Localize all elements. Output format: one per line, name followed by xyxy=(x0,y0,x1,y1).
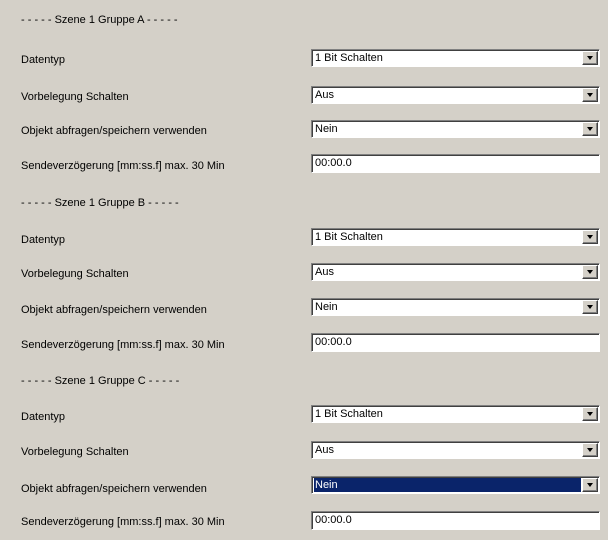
parameter-panel: - - - - - Szene 1 Gruppe A - - - - - Dat… xyxy=(0,0,608,540)
group-c-sendeverzoegerung-label: Sendeverzögerung [mm:ss.f] max. 30 Min xyxy=(21,516,225,528)
group-a-datentyp-label: Datentyp xyxy=(21,54,66,66)
group-b-objekt-dropdown[interactable]: Nein xyxy=(311,298,600,316)
group-a-sendeverzoegerung-input[interactable]: 00:00.0 xyxy=(311,154,600,173)
group-a-objekt-label: Objekt abfragen/speichern verwenden xyxy=(21,125,207,137)
group-a-objekt-dropdown[interactable]: Nein xyxy=(311,120,600,138)
group-c-objekt-label: Objekt abfragen/speichern verwenden xyxy=(21,483,207,495)
group-c-objekt-dropdown[interactable]: Nein xyxy=(311,476,600,494)
group-a-vorbelegung-dropdown[interactable]: Aus xyxy=(311,86,600,104)
group-a-objekt-value: Nein xyxy=(315,123,338,135)
group-b-header: - - - - - Szene 1 Gruppe B - - - - - xyxy=(21,197,179,209)
chevron-down-icon xyxy=(587,448,593,452)
chevron-down-icon xyxy=(587,235,593,239)
group-a-vorbelegung-label: Vorbelegung Schalten xyxy=(21,91,129,103)
group-a-vorbelegung-dropdown-button[interactable] xyxy=(582,88,598,102)
group-b-sendeverzoegerung-label: Sendeverzögerung [mm:ss.f] max. 30 Min xyxy=(21,339,225,351)
group-b-objekt-value: Nein xyxy=(315,301,338,313)
group-c-header: - - - - - Szene 1 Gruppe C - - - - - xyxy=(21,375,180,387)
chevron-down-icon xyxy=(587,270,593,274)
group-a-objekt-dropdown-button[interactable] xyxy=(582,122,598,136)
chevron-down-icon xyxy=(587,56,593,60)
group-b-datentyp-label: Datentyp xyxy=(21,234,66,246)
group-c-datentyp-dropdown-button[interactable] xyxy=(582,407,598,421)
group-a-datentyp-dropdown[interactable]: 1 Bit Schalten xyxy=(311,49,600,67)
group-b-sendeverzoegerung-value: 00:00.0 xyxy=(315,336,352,348)
group-b-objekt-dropdown-button[interactable] xyxy=(582,300,598,314)
group-b-sendeverzoegerung-input[interactable]: 00:00.0 xyxy=(311,333,600,352)
group-b-datentyp-dropdown-button[interactable] xyxy=(582,230,598,244)
group-b-objekt-label: Objekt abfragen/speichern verwenden xyxy=(21,304,207,316)
group-c-vorbelegung-value: Aus xyxy=(315,444,334,456)
chevron-down-icon xyxy=(587,483,593,487)
group-c-vorbelegung-dropdown[interactable]: Aus xyxy=(311,441,600,459)
group-a-vorbelegung-value: Aus xyxy=(315,89,334,101)
group-b-vorbelegung-value: Aus xyxy=(315,266,334,278)
chevron-down-icon xyxy=(587,412,593,416)
group-c-vorbelegung-label: Vorbelegung Schalten xyxy=(21,446,129,458)
group-a-datentyp-dropdown-button[interactable] xyxy=(582,51,598,65)
group-c-sendeverzoegerung-value: 00:00.0 xyxy=(315,514,352,526)
chevron-down-icon xyxy=(587,127,593,131)
group-c-datentyp-dropdown[interactable]: 1 Bit Schalten xyxy=(311,405,600,423)
group-b-vorbelegung-dropdown[interactable]: Aus xyxy=(311,263,600,281)
group-b-vorbelegung-label: Vorbelegung Schalten xyxy=(21,268,129,280)
group-b-datentyp-dropdown[interactable]: 1 Bit Schalten xyxy=(311,228,600,246)
group-a-datentyp-value: 1 Bit Schalten xyxy=(315,52,383,64)
group-c-objekt-dropdown-button[interactable] xyxy=(582,478,598,492)
group-b-datentyp-value: 1 Bit Schalten xyxy=(315,231,383,243)
group-c-objekt-value: Nein xyxy=(314,478,581,492)
group-a-header: - - - - - Szene 1 Gruppe A - - - - - xyxy=(21,14,178,26)
group-c-sendeverzoegerung-input[interactable]: 00:00.0 xyxy=(311,511,600,530)
group-c-datentyp-label: Datentyp xyxy=(21,411,66,423)
chevron-down-icon xyxy=(587,305,593,309)
group-b-vorbelegung-dropdown-button[interactable] xyxy=(582,265,598,279)
chevron-down-icon xyxy=(587,93,593,97)
group-a-sendeverzoegerung-label: Sendeverzögerung [mm:ss.f] max. 30 Min xyxy=(21,160,225,172)
group-c-vorbelegung-dropdown-button[interactable] xyxy=(582,443,598,457)
group-a-sendeverzoegerung-value: 00:00.0 xyxy=(315,157,352,169)
group-c-datentyp-value: 1 Bit Schalten xyxy=(315,408,383,420)
